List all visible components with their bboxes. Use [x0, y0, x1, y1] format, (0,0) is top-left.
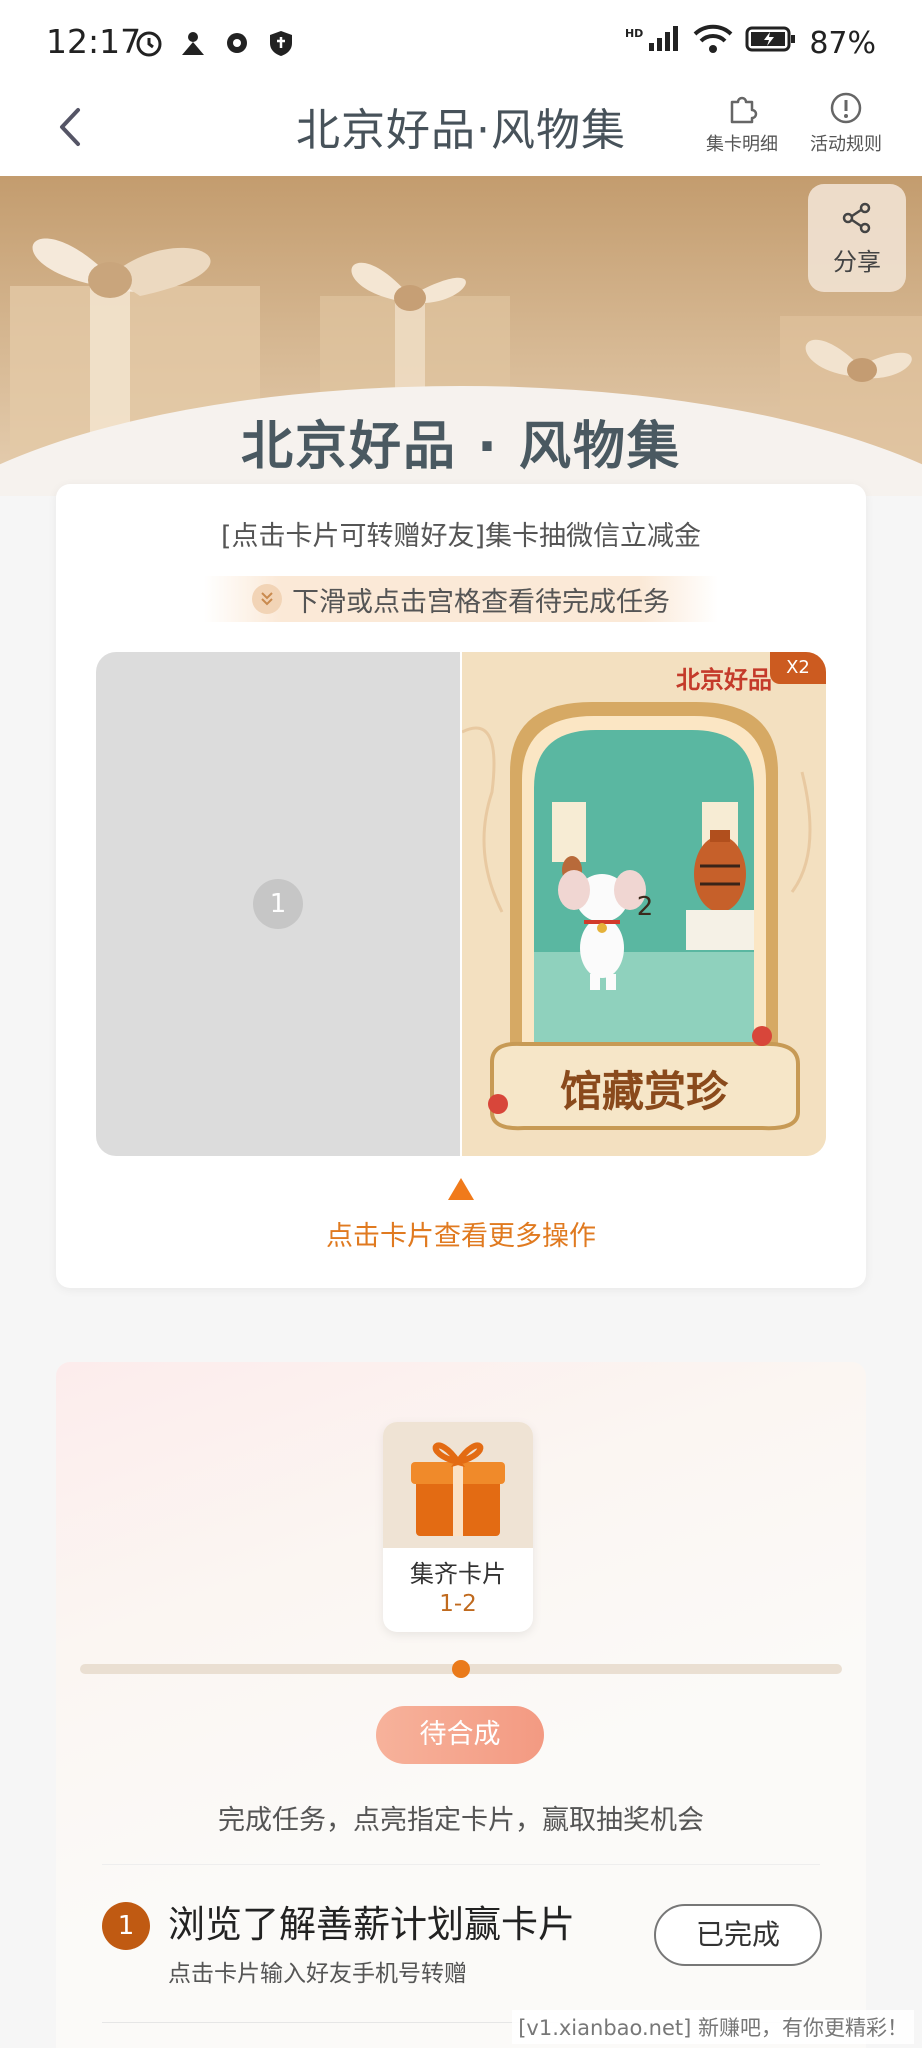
gear-icon: [222, 28, 252, 58]
double-chevron-down-icon: [252, 584, 282, 614]
banner: 北京好品 · 风物集 分享: [0, 176, 922, 496]
gift-range: 1-2: [439, 1591, 477, 1617]
wifi-icon: [693, 24, 733, 62]
card-count-badge: X2: [770, 652, 826, 684]
rules-label: 活动规则: [810, 134, 882, 155]
reward-description: 完成任务，点亮指定卡片，赢取抽奖机会: [218, 1805, 704, 1836]
progress-marker: [452, 1660, 470, 1678]
task-title: 浏览了解善薪计划赢卡片: [168, 1903, 575, 1946]
gift-icon-area: [383, 1422, 533, 1548]
status-bar: 12:17 HD 87%: [0, 0, 922, 84]
pending-compose-button[interactable]: 待合成: [376, 1706, 544, 1764]
card-detail-label: 集卡明细: [706, 134, 778, 155]
share-label: 分享: [833, 248, 881, 276]
card-brand-text: 北京好品: [676, 665, 772, 694]
puzzle-icon: [730, 96, 758, 124]
person-icon: [178, 28, 208, 58]
scroll-hint[interactable]: 下滑或点击宫格查看待完成任务: [204, 576, 718, 622]
progress-track: [80, 1660, 842, 1678]
shield-icon: [266, 28, 296, 58]
status-right: HD 87%: [625, 24, 876, 62]
card-slot-2[interactable]: 馆藏赏珍 北京好品 2 X2: [462, 652, 826, 1156]
gift-icon: [411, 1442, 505, 1536]
battery-level: 87%: [809, 25, 876, 61]
share-button[interactable]: 分享: [808, 184, 906, 292]
rules-button[interactable]: 活动规则: [796, 90, 896, 156]
card-slot-1[interactable]: 1: [96, 652, 460, 1156]
status-time: 12:17: [46, 22, 142, 61]
divider: [102, 1864, 820, 1865]
arrow-up-icon: [448, 1178, 474, 1200]
task-subtitle: 点击卡片输入好友手机号转赠: [168, 1961, 467, 1987]
nav-bar: 北京好品·风物集 集卡明细 活动规则: [0, 84, 922, 176]
watermark: [v1.xianbao.net] 新赚吧，有你更精彩！: [512, 2010, 914, 2044]
signal-icon: [647, 25, 681, 61]
card-number-badge: 2: [636, 892, 654, 922]
card-panel: [点击卡片可转赠好友]集卡抽微信立减金 下滑或点击宫格查看待完成任务 1 馆藏赏…: [56, 484, 866, 1288]
task-item: 1 浏览了解善薪计划赢卡片 点击卡片输入好友手机号转赠 已完成: [102, 1890, 822, 1990]
alarm-icon: [134, 28, 164, 58]
panel-subtitle: [点击卡片可转赠好友]集卡抽微信立减金: [220, 521, 702, 552]
scroll-hint-text: 下滑或点击宫格查看待完成任务: [292, 586, 670, 618]
card-name-text: 馆藏赏珍: [560, 1067, 729, 1116]
card-detail-button[interactable]: 集卡明细: [692, 90, 792, 156]
network-label: HD: [624, 26, 644, 40]
share-icon: [842, 202, 871, 234]
card-grid: 1 馆藏赏珍 北京好品 2 X2: [96, 652, 826, 1156]
status-icons: [134, 28, 296, 58]
task-number: 1: [102, 1902, 150, 1950]
info-icon: [830, 92, 862, 124]
card-number-badge: 1: [253, 879, 303, 929]
task-completed-button[interactable]: 已完成: [654, 1904, 822, 1966]
gift-label: 集齐卡片: [410, 1560, 506, 1588]
reward-gift-card[interactable]: 集齐卡片 1-2: [383, 1422, 533, 1632]
battery-icon: [745, 25, 797, 61]
more-actions-hint: 点击卡片查看更多操作: [326, 1221, 596, 1252]
reward-panel: 集齐卡片 1-2 待合成 完成任务，点亮指定卡片，赢取抽奖机会 1 浏览了解善薪…: [56, 1362, 866, 2048]
banner-title: 北京好品 · 风物集: [241, 417, 681, 477]
